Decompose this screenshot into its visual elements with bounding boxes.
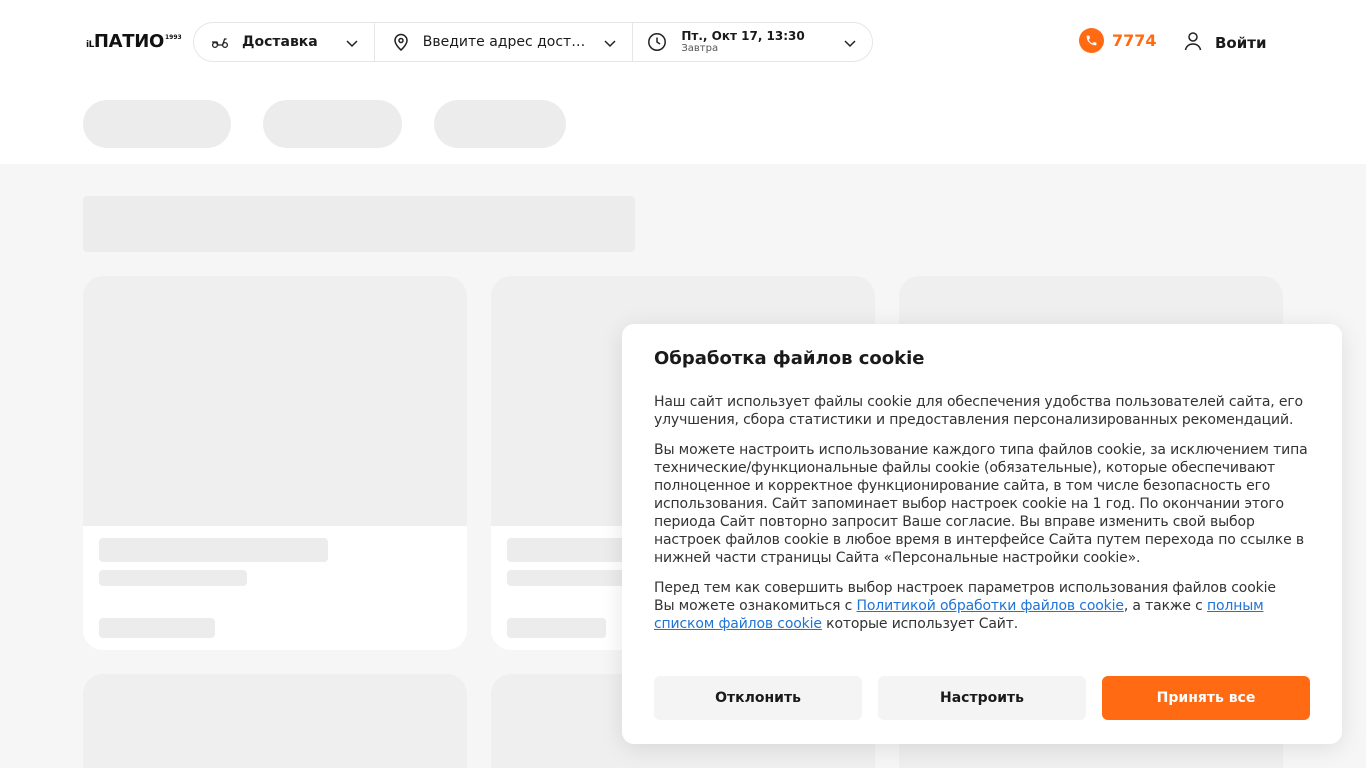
accept-all-button[interactable]: Принять все [1102, 676, 1310, 720]
cookie-consent-dialog: Обработка файлов cookie Наш сайт использ… [622, 324, 1342, 744]
delivery-time: Пт., Окт 17, 13:30 Завтра [681, 28, 805, 55]
cookie-policy-link[interactable]: Политикой обработки файлов cookie [856, 598, 1123, 614]
logo-prefix: iL [86, 40, 94, 50]
product-desc-skeleton [99, 570, 247, 586]
cookie-text-settings: Вы можете настроить использование каждог… [654, 442, 1308, 566]
cookie-policy-after: которые использует Сайт. [821, 616, 1019, 632]
phone-number: 7774 [1112, 31, 1157, 50]
product-price-skeleton [99, 618, 215, 638]
header: iL ПАТИО 1993 Доставка Введите адрес дос… [0, 0, 1366, 164]
settings-button[interactable]: Настроить [878, 676, 1086, 720]
clock-icon [647, 32, 667, 52]
login-button[interactable]: Войти [1184, 31, 1266, 55]
category-chip-skeleton [83, 100, 231, 148]
decline-button[interactable]: Отклонить [654, 676, 862, 720]
phone-link[interactable]: 7774 [1079, 28, 1157, 53]
logo[interactable]: iL ПАТИО 1993 [86, 31, 182, 52]
cookie-policy-between: , а также с [1123, 598, 1207, 614]
address-placeholder: Введите адрес доста... [422, 34, 591, 50]
phone-icon [1079, 28, 1104, 53]
cookie-text-policy: Перед тем как совершить выбор настроек п… [654, 579, 1310, 633]
delivery-time-day: Завтра [681, 43, 719, 55]
cookie-policy-before: Вы можете ознакомиться с [654, 598, 857, 614]
product-price-skeleton [507, 618, 606, 638]
order-selector: Доставка Введите адрес доста... Пт., Окт… [193, 22, 873, 62]
product-name-skeleton [99, 538, 328, 562]
logo-year: 1993 [164, 34, 182, 41]
delivery-time-value: Пт., Окт 17, 13:30 [681, 28, 805, 43]
delivery-mode-label: Доставка [242, 34, 318, 50]
section-title-skeleton [83, 196, 635, 252]
delivery-mode-dropdown[interactable]: Доставка [194, 23, 374, 61]
product-card-skeleton [83, 674, 467, 768]
login-label: Войти [1215, 34, 1267, 52]
chevron-down-icon [604, 40, 616, 48]
scooter-icon [210, 32, 230, 52]
logo-name: ПАТИО [93, 31, 164, 52]
user-icon [1184, 31, 1202, 55]
product-card-skeleton [83, 276, 467, 650]
product-image-skeleton [83, 276, 467, 526]
delivery-time-dropdown[interactable]: Пт., Окт 17, 13:30 Завтра [632, 23, 872, 61]
cookie-text-intro: Наш сайт использует файлы cookie для обе… [654, 394, 1303, 428]
category-chip-skeleton [263, 100, 402, 148]
category-chip-skeleton [434, 100, 566, 148]
chevron-down-icon [844, 40, 856, 48]
cookie-title: Обработка файлов cookie [654, 348, 925, 369]
address-input[interactable]: Введите адрес доста... [373, 23, 633, 61]
cookie-policy-line1: Перед тем как совершить выбор настроек п… [654, 580, 1276, 596]
map-pin-icon [391, 32, 411, 52]
cookie-buttons: Отклонить Настроить Принять все [654, 676, 1310, 720]
chevron-down-icon [346, 40, 358, 48]
